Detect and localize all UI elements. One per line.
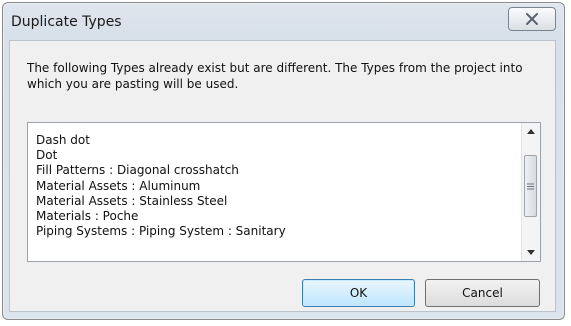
ok-button[interactable]: OK: [302, 279, 415, 307]
list-item[interactable]: Material Assets : Aluminum: [36, 179, 286, 194]
list-item[interactable]: Dash dot: [36, 133, 286, 148]
close-button[interactable]: [508, 7, 556, 31]
scroll-grip-icon: [527, 183, 534, 189]
list-item[interactable]: Piping Systems : Piping System : Sanitar…: [36, 224, 286, 239]
list-item[interactable]: Dot: [36, 148, 286, 163]
list-item[interactable]: Materials : Poche: [36, 209, 286, 224]
scroll-up-arrow-icon: [527, 129, 535, 134]
scroll-down-arrow-icon: [527, 250, 535, 255]
cancel-button[interactable]: Cancel: [425, 279, 540, 307]
scroll-thumb[interactable]: [524, 155, 537, 217]
dialog-title: Duplicate Types: [11, 14, 122, 30]
list-item[interactable]: Material Assets : Stainless Steel: [36, 194, 286, 209]
duplicate-types-list[interactable]: Dash dot Dot Fill Patterns : Diagonal cr…: [27, 122, 541, 262]
vertical-scrollbar[interactable]: [521, 123, 540, 261]
close-icon: [526, 13, 538, 25]
scroll-down-button[interactable]: [522, 244, 540, 261]
message-text: The following Types already exist but ar…: [27, 61, 523, 91]
scroll-up-button[interactable]: [522, 123, 540, 140]
list-item[interactable]: Fill Patterns : Diagonal crosshatch: [36, 163, 286, 178]
